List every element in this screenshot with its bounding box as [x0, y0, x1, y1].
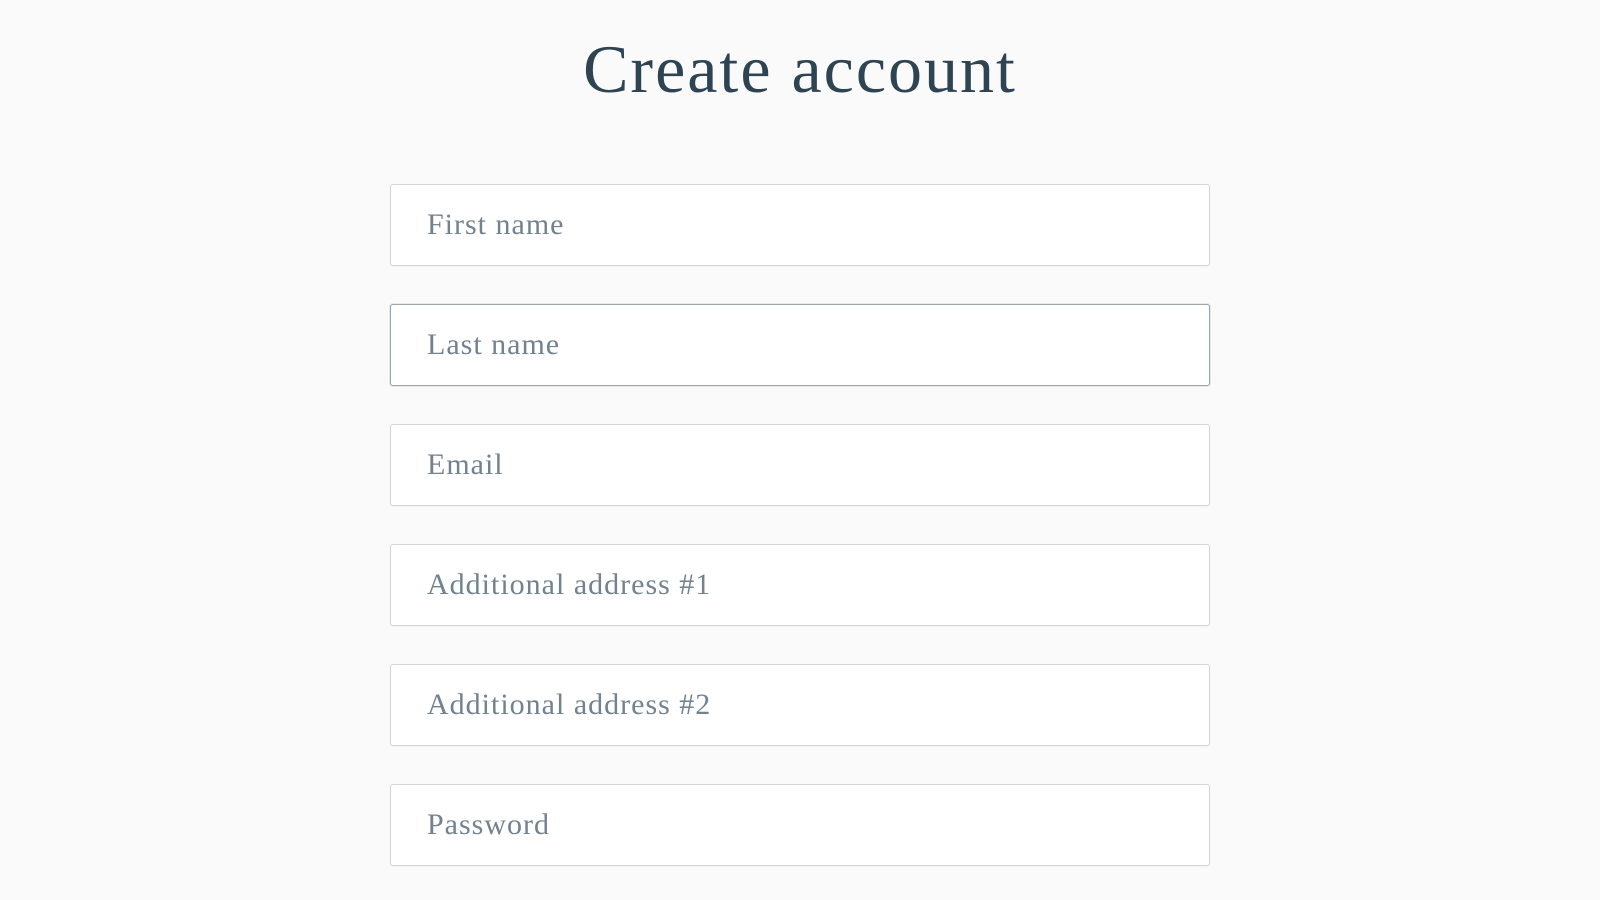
email-field[interactable]	[390, 424, 1210, 506]
password-field[interactable]	[390, 784, 1210, 866]
address-1-field[interactable]	[390, 544, 1210, 626]
last-name-field[interactable]	[390, 304, 1210, 386]
signup-page: Create account	[0, 0, 1600, 866]
first-name-field[interactable]	[390, 184, 1210, 266]
address-2-field[interactable]	[390, 664, 1210, 746]
page-title: Create account	[583, 30, 1017, 109]
signup-form	[390, 184, 1210, 866]
